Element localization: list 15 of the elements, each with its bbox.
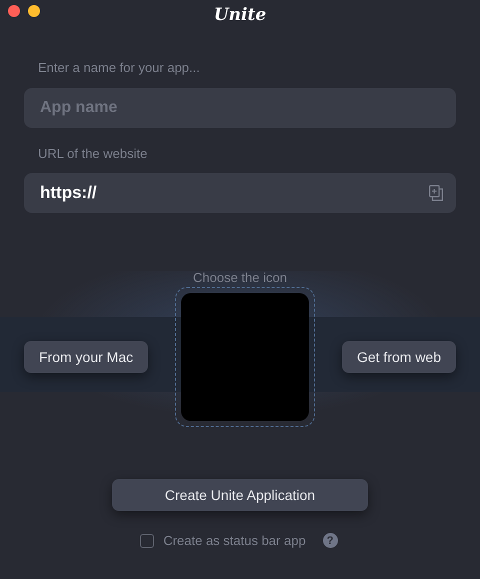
window-title: Unite — [214, 4, 266, 28]
field-label: URL of the website — [37, 144, 148, 162]
window-control-icon[interactable] — [28, 5, 40, 17]
create-button[interactable]: Create Unite Application — [112, 479, 368, 511]
paste-icon[interactable] — [429, 185, 443, 201]
checkbox-label: Create as status bar app — [163, 532, 306, 550]
from-mac-button[interactable]: From your Mac — [24, 341, 148, 373]
icon-picker-label: Choose the icon — [193, 271, 287, 285]
field-label: Enter a name for your app... — [37, 59, 201, 77]
app-name-field[interactable]: App name — [24, 88, 456, 128]
url-field[interactable]: https:// — [24, 173, 456, 213]
icon-drop-area[interactable] — [175, 287, 316, 427]
window-control-icon[interactable] — [8, 5, 20, 17]
checkbox[interactable] — [140, 534, 154, 548]
get-from-web-button[interactable]: Get from web — [342, 341, 456, 373]
